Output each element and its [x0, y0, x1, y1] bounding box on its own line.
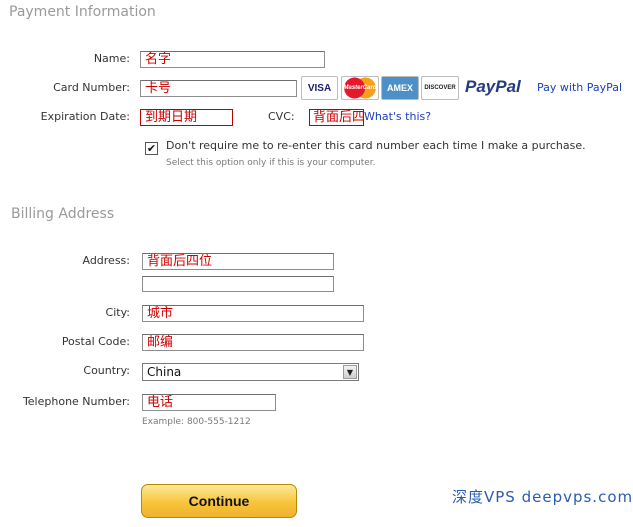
continue-button[interactable]: Continue	[141, 484, 297, 518]
country-select[interactable]: China ▼	[142, 363, 359, 381]
payment-section-title: Payment Information	[9, 4, 156, 20]
paypal-logo-icon: PayPal	[465, 77, 521, 96]
postal-code-label: Postal Code:	[61, 335, 130, 348]
name-label: Name:	[93, 52, 130, 65]
city-label: City:	[105, 306, 130, 319]
visa-logo-icon: VISA	[301, 76, 338, 100]
checkmark-icon: ✔	[146, 142, 157, 155]
mastercard-logo-icon: MasterCard	[341, 76, 379, 100]
discover-logo-icon: DISCOVER	[421, 76, 459, 100]
name-input[interactable]: 名字	[140, 51, 325, 68]
telephone-input[interactable]: 电话	[142, 394, 276, 411]
amex-logo-icon: AMEX	[381, 76, 419, 100]
telephone-hint: Example: 800-555-1212	[142, 417, 251, 427]
country-label: Country:	[83, 364, 130, 377]
address-label: Address:	[82, 254, 130, 267]
whats-this-link[interactable]: What's this?	[364, 110, 431, 123]
address-line1-input[interactable]: 背面后四位	[142, 253, 334, 270]
watermark: 深度VPS deepvps.com	[452, 488, 633, 506]
address-line2-input[interactable]	[142, 276, 334, 292]
pay-with-paypal-link[interactable]: Pay with PayPal	[537, 81, 622, 94]
dropdown-arrow-icon[interactable]: ▼	[343, 365, 357, 379]
billing-section-title: Billing Address	[11, 206, 115, 222]
cvc-input[interactable]: 背面后四位	[309, 109, 364, 126]
country-selected-value: China	[147, 365, 182, 379]
card-number-input[interactable]: 卡号	[140, 80, 297, 97]
remember-card-checkbox[interactable]: ✔	[145, 142, 158, 155]
remember-card-label: Don't require me to re-enter this card n…	[166, 139, 586, 152]
expiration-date-label: Expiration Date:	[40, 110, 130, 123]
expiration-date-input[interactable]: 到期日期	[140, 109, 233, 126]
city-input[interactable]: 城市	[142, 305, 364, 322]
postal-code-input[interactable]: 邮编	[142, 334, 364, 351]
telephone-label: Telephone Number:	[22, 395, 130, 408]
remember-card-hint: Select this option only if this is your …	[166, 158, 376, 168]
card-number-label: Card Number:	[53, 81, 130, 94]
cvc-label: CVC:	[268, 110, 295, 123]
